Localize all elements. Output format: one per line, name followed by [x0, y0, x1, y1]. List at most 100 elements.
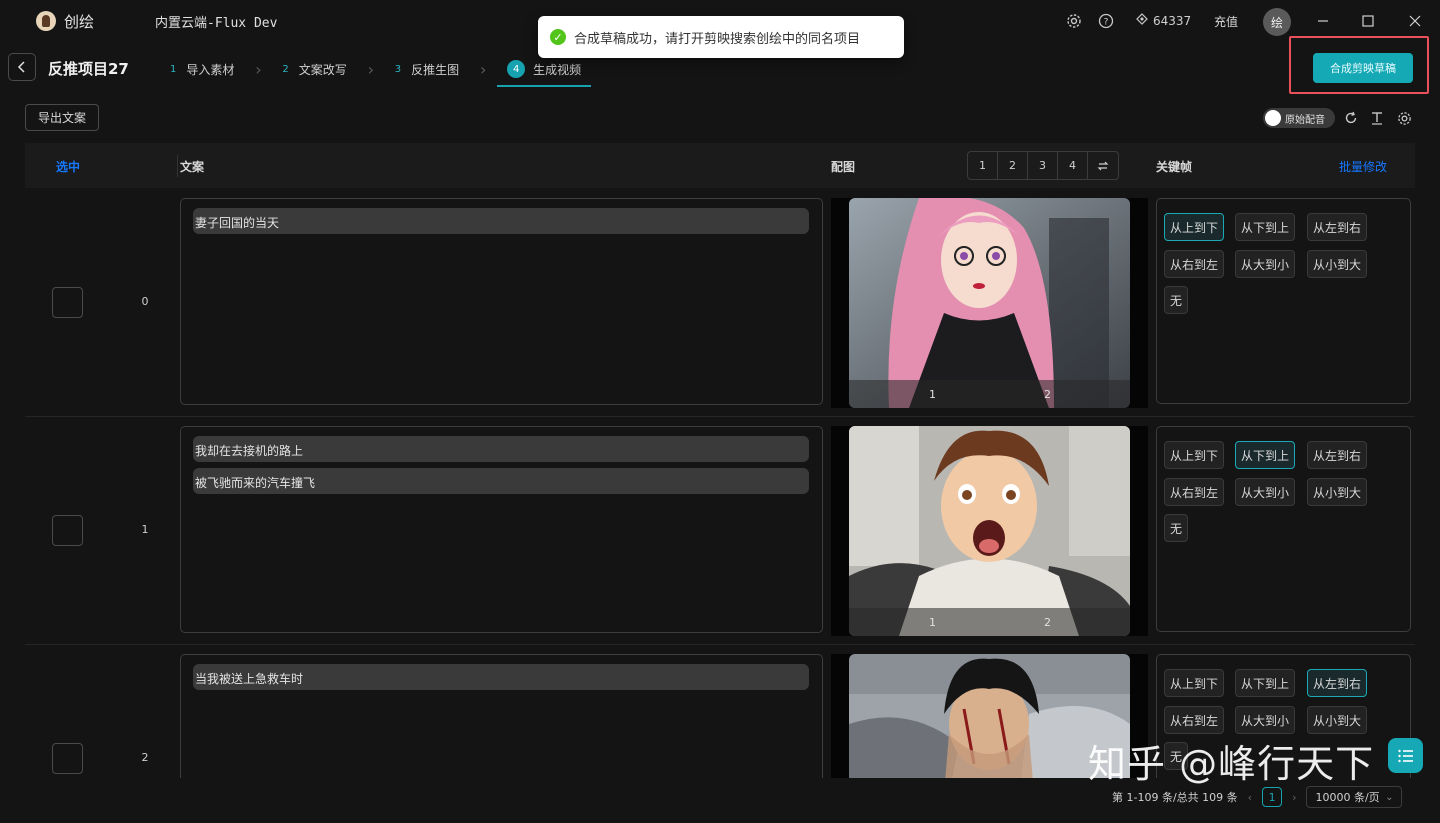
maximize-icon[interactable] [1355, 8, 1381, 34]
select-column-header[interactable]: 选中 [56, 158, 80, 175]
keyframe-option[interactable]: 从小到大 [1307, 706, 1368, 734]
text-editor[interactable]: 妻子回国的当天 [180, 198, 823, 405]
minimize-icon[interactable] [1310, 8, 1336, 34]
recharge-link[interactable]: 充值 [1214, 13, 1238, 30]
check-circle-icon: ✓ [550, 29, 566, 45]
step-number: 2 [282, 63, 289, 75]
image-number[interactable]: 1 [929, 616, 936, 629]
chevron-right-icon: › [255, 59, 262, 79]
text-line[interactable]: 我却在去接机的路上 [193, 436, 809, 462]
row-checkbox[interactable] [52, 743, 83, 774]
image-number[interactable]: 2 [1044, 616, 1051, 629]
step-number: 3 [394, 63, 402, 75]
generated-image[interactable]: 1 2 [849, 426, 1130, 636]
row-checkbox[interactable] [52, 515, 83, 546]
table-header: 选中 文案 配图 1 2 3 4 关键帧 批量修改 [25, 143, 1415, 188]
settings-gear-icon[interactable] [1065, 12, 1083, 30]
keyframe-option[interactable]: 从上到下 [1164, 669, 1225, 697]
keyframe-option[interactable]: 从右到左 [1164, 706, 1225, 734]
image-column-header: 配图 [831, 160, 856, 174]
image-cell: 1 2 [831, 198, 1148, 408]
toast-message: 合成草稿成功，请打开剪映搜索创绘中的同名项目 [574, 31, 861, 47]
swap-icon[interactable] [1088, 152, 1118, 179]
generated-image[interactable] [849, 654, 1130, 778]
column-divider [177, 155, 178, 177]
keyframe-option[interactable]: 从大到小 [1235, 250, 1296, 278]
image-number-bar: 1 2 [849, 380, 1130, 408]
step-navigation: 1 导入素材 › 2 文案改写 › 3 反推生图 › 4 生成视频 [160, 52, 592, 87]
step-import[interactable]: 1 导入素材 [160, 52, 244, 86]
keyframe-option[interactable]: 从大到小 [1235, 478, 1296, 506]
table-row: 2 当我被送上急救车时 从上到下 从下到上 从左到右 从右到左 从大到小 从小到… [25, 645, 1415, 778]
export-text-button[interactable]: 导出文案 [25, 104, 99, 131]
keyframe-panel: 从上到下 从下到上 从左到右 从右到左 从大到小 从小到大 无 [1156, 654, 1411, 778]
image-tab-3[interactable]: 3 [1028, 152, 1058, 179]
success-toast: ✓ 合成草稿成功，请打开剪映搜索创绘中的同名项目 [538, 16, 904, 58]
image-cell: 1 2 [831, 426, 1148, 636]
image-tab-1[interactable]: 1 [968, 152, 998, 179]
app-logo-icon [36, 11, 56, 31]
row-index: 1 [141, 523, 149, 536]
keyframe-option[interactable]: 从下到上 [1235, 213, 1296, 241]
keyframe-option[interactable]: 从小到大 [1307, 250, 1368, 278]
prev-page-icon[interactable]: ‹ [1248, 791, 1252, 804]
text-editor[interactable]: 当我被送上急救车时 [180, 654, 823, 778]
image-number[interactable]: 1 [929, 388, 936, 401]
back-button[interactable] [8, 53, 36, 81]
row-index: 0 [141, 295, 149, 308]
keyframe-option[interactable]: 从上到下 [1164, 441, 1225, 469]
keyframe-panel: 从上到下 从下到上 从左到右 从右到左 从大到小 从小到大 无 [1156, 426, 1411, 632]
keyframe-option[interactable]: 从右到左 [1164, 478, 1225, 506]
keyframe-option[interactable]: 从下到上 [1235, 441, 1296, 469]
project-title: 反推项目27 [48, 60, 129, 78]
table-row: 1 我却在去接机的路上 被飞驰而来的汽车撞飞 1 2 从上到下 从下到上 从左到… [25, 417, 1415, 645]
keyframe-option[interactable]: 无 [1164, 286, 1189, 314]
close-icon[interactable] [1402, 8, 1428, 34]
list-menu-icon[interactable] [1388, 738, 1423, 773]
keyframe-option[interactable]: 无 [1164, 742, 1189, 770]
keyframe-option[interactable]: 无 [1164, 514, 1189, 542]
chevron-down-icon: ⌄ [1385, 791, 1394, 803]
pagination: 第 1-109 条/总共 109 条 ‹ 1 › 10000 条/页 ⌄ [1112, 786, 1403, 808]
keyframe-option[interactable]: 从上到下 [1164, 213, 1225, 241]
help-icon[interactable]: ? [1097, 12, 1115, 30]
generated-image[interactable]: 1 2 [849, 198, 1130, 408]
toggle-knob [1265, 110, 1281, 126]
batch-edit-link[interactable]: 批量修改 [1339, 158, 1387, 175]
text-line[interactable]: 当我被送上急救车时 [193, 664, 809, 690]
keyframe-option[interactable]: 从左到右 [1307, 441, 1368, 469]
step-label: 反推生图 [411, 62, 460, 77]
text-column-header: 文案 [180, 160, 205, 174]
row-index: 2 [141, 751, 149, 764]
step-number: 1 [170, 63, 177, 75]
keyframe-column-header: 关键帧 [1156, 160, 1193, 174]
credits-display: 64337 [1136, 13, 1191, 28]
page-size-select[interactable]: 10000 条/页 ⌄ [1306, 786, 1403, 808]
step-rewrite[interactable]: 2 文案改写 [272, 52, 356, 86]
compose-draft-button[interactable]: 合成剪映草稿 [1313, 53, 1413, 83]
avatar[interactable]: 绘 [1263, 8, 1291, 36]
image-tab-2[interactable]: 2 [998, 152, 1028, 179]
keyframe-option[interactable]: 从小到大 [1307, 478, 1368, 506]
refresh-icon[interactable] [1342, 109, 1360, 127]
page-size-value: 10000 条/页 [1315, 791, 1380, 804]
row-checkbox[interactable] [52, 287, 83, 318]
text-format-icon[interactable] [1368, 109, 1386, 127]
keyframe-option[interactable]: 从大到小 [1235, 706, 1296, 734]
page-number-button[interactable]: 1 [1262, 787, 1283, 807]
text-editor[interactable]: 我却在去接机的路上 被飞驰而来的汽车撞飞 [180, 426, 823, 633]
next-page-icon[interactable]: › [1292, 791, 1296, 804]
keyframe-option[interactable]: 从下到上 [1235, 669, 1296, 697]
keyframe-option[interactable]: 从左到右 [1307, 213, 1368, 241]
keyframe-option[interactable]: 从左到右 [1307, 669, 1368, 697]
text-line[interactable]: 妻子回国的当天 [193, 208, 809, 234]
image-tab-4[interactable]: 4 [1058, 152, 1088, 179]
keyframe-option[interactable]: 从右到左 [1164, 250, 1225, 278]
image-number[interactable]: 2 [1044, 388, 1051, 401]
step-generate-images[interactable]: 3 反推生图 [385, 52, 469, 86]
original-audio-toggle[interactable]: 原始配音 [1263, 108, 1335, 128]
step-label: 文案改写 [298, 62, 347, 77]
settings-gear-icon[interactable] [1395, 109, 1413, 127]
text-line[interactable]: 被飞驰而来的汽车撞飞 [193, 468, 809, 494]
model-name[interactable]: 内置云端-Flux Dev [155, 12, 277, 31]
